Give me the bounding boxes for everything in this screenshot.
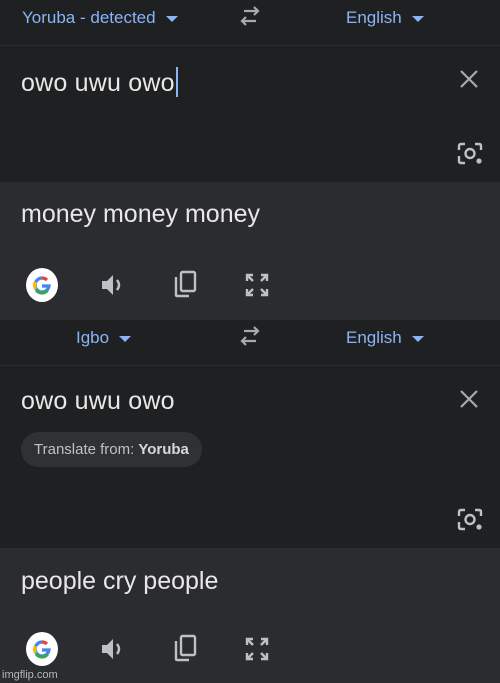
source-input-area[interactable]: owo uwu owo [0,47,500,182]
source-language-label: Igbo [76,328,110,347]
camera-lens-icon [457,142,483,165]
translate-panel-top: Yoruba - detected English owo uwu owo mo… [0,0,500,320]
source-language-label: Yoruba - detected [22,8,156,27]
text-cursor [175,67,178,97]
source-input-area[interactable]: owo uwu owo Translate from: Yoruba [0,367,500,548]
volume-icon [102,639,121,659]
swap-horiz-icon [240,6,260,26]
source-language-selector[interactable]: Yoruba - detected [22,6,178,30]
camera-lens-icon [457,508,483,531]
watermark: imgflip.com [2,669,58,681]
camera-translate-button[interactable] [455,141,485,167]
fullscreen-button[interactable] [241,633,273,665]
target-language-selector[interactable]: English [346,326,424,350]
close-icon [460,70,478,88]
listen-button[interactable] [97,633,129,665]
copy-icon [174,634,197,662]
swap-horiz-icon [240,326,260,346]
caret-down-icon [411,336,424,342]
caret-down-icon [165,16,178,22]
target-language-label: English [346,328,402,347]
copy-icon [174,270,197,298]
source-text: owo uwu owo [21,69,175,97]
close-icon [460,390,478,408]
language-bar: Igbo English [0,320,500,366]
translation-text: money money money [21,200,261,228]
swap-languages-button[interactable] [236,325,264,349]
suggestion-language: Yoruba [138,441,189,458]
fullscreen-button[interactable] [241,269,273,301]
suggestion-prefix: Translate from: [34,441,135,458]
clear-text-button[interactable] [457,387,481,411]
copy-button[interactable] [169,632,201,664]
source-text-input[interactable]: owo uwu owo [21,67,178,98]
source-language-selector[interactable]: Igbo [76,326,132,350]
translation-output-area: money money money [0,182,500,320]
target-language-selector[interactable]: English [346,6,424,30]
translation-output-area: people cry people [0,548,500,683]
caret-down-icon [119,336,132,342]
fullscreen-icon [245,637,269,661]
target-language-label: English [346,8,402,27]
clear-text-button[interactable] [457,67,481,91]
swap-languages-button[interactable] [236,5,264,29]
google-search-button[interactable] [26,268,58,302]
listen-button[interactable] [97,269,129,301]
source-text-input[interactable]: owo uwu owo [21,387,175,416]
google-g-icon [26,632,58,666]
translate-panel-bottom: Igbo English owo uwu owo Translate from:… [0,320,500,683]
copy-button[interactable] [169,268,201,300]
volume-icon [102,275,121,295]
translate-from-suggestion-chip[interactable]: Translate from: Yoruba [21,432,202,467]
camera-translate-button[interactable] [455,507,485,533]
google-search-button[interactable] [26,632,58,666]
language-bar: Yoruba - detected English [0,0,500,46]
translation-text: people cry people [21,567,219,595]
caret-down-icon [411,16,424,22]
fullscreen-icon [245,273,269,297]
google-g-icon [26,268,58,302]
